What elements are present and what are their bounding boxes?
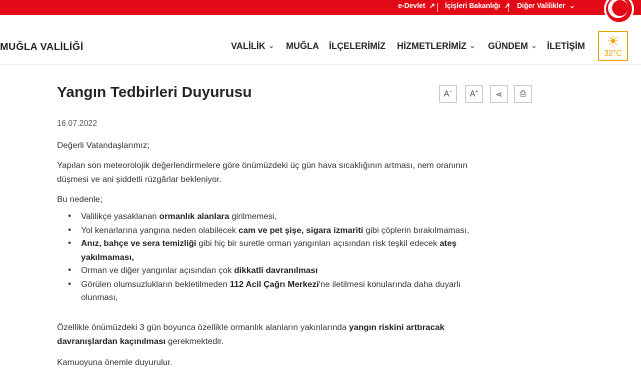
print-icon: ⎙: [519, 89, 527, 98]
greeting: Değerli Vatandaşlarımız;: [57, 140, 150, 150]
nav-label: MUĞLA: [286, 41, 319, 51]
top-link-label: e-Devlet: [398, 2, 426, 10]
nav-item-valilik[interactable]: VALİLİK ⌄: [231, 41, 274, 51]
nav-label: İLETİŞİM: [547, 41, 585, 51]
divider: [508, 3, 509, 12]
list-item: Görülen olumsuzlukların bekletilmeden 11…: [68, 278, 508, 305]
nav-item-gundem[interactable]: GÜNDEM ⌄: [488, 41, 537, 51]
page-title: Yangın Tedbirleri Duyurusu: [57, 84, 252, 101]
list-item: Valilikçe yasaklanan ormanlık alanlara g…: [68, 210, 508, 224]
precaution-list: Valilikçe yasaklanan ormanlık alanlara g…: [68, 210, 508, 305]
top-link-diger-valilikler[interactable]: Diğer Valilikler ⌄: [517, 2, 576, 11]
nav-label: İLÇELERİMİZ: [329, 41, 386, 51]
closing-paragraph: Özellikle önümüzdeki 3 gün boyunca özell…: [57, 322, 445, 346]
final-note: Kamuoyuna önemle duyurulur.: [57, 357, 173, 367]
top-link-icisleri[interactable]: İçişleri Bakanlığı ↗: [445, 2, 510, 11]
top-link-label: Diğer Valilikler: [517, 2, 566, 10]
intro-paragraph: Yapılan son meteorolojik değerlendirmele…: [57, 160, 468, 184]
chevron-down-icon: ⌄: [268, 43, 275, 50]
nav-label: HİZMETLERİMİZ: [397, 41, 467, 51]
nav-label: VALİLİK: [231, 41, 266, 51]
nav-label: GÜNDEM: [488, 41, 528, 51]
nav-item-hizmetlerimiz[interactable]: HİZMETLERİMİZ ⌄: [397, 41, 475, 51]
sun-icon: ☀: [606, 33, 620, 49]
chevron-down-icon: ⌄: [531, 43, 537, 50]
bu-nedenle: Bu nedenle;: [57, 194, 103, 204]
nav-item-iletisim[interactable]: İLETİŞİM: [547, 41, 585, 51]
share-icon: ⋖: [495, 89, 503, 99]
font-increase-button[interactable]: A+: [465, 85, 483, 103]
list-item: Orman ve diğer yangınlar açısından çok d…: [68, 264, 508, 278]
chevron-down-icon: ⌄: [469, 43, 476, 50]
nav-item-mugla[interactable]: MUĞLA: [286, 41, 319, 51]
weather-widget: ☀ 32°C: [598, 31, 628, 61]
publish-date: 16.07.2022: [57, 119, 98, 128]
font-decrease-icon: A−: [443, 89, 453, 99]
list-item: Anız, bahçe ve sera temizliği gibi hiç b…: [68, 237, 508, 264]
top-bar: e-Devlet ↗ İçişleri Bakanlığı ↗ Diğer Va…: [0, 0, 641, 24]
external-link-icon: ↗: [429, 3, 436, 10]
nav-item-ilcelerimiz[interactable]: İLÇELERİMİZ: [329, 41, 386, 51]
temperature: 32°C: [604, 49, 622, 58]
main-header: [0, 15, 641, 65]
font-decrease-button[interactable]: A−: [439, 85, 457, 103]
top-link-edevlet[interactable]: e-Devlet ↗: [398, 2, 436, 11]
top-link-label: İçişleri Bakanlığı: [445, 2, 501, 10]
print-button[interactable]: ⎙: [514, 85, 532, 103]
divider: [437, 3, 438, 12]
share-button[interactable]: ⋖: [490, 85, 508, 103]
font-increase-icon: A+: [469, 89, 479, 99]
site-logo[interactable]: MUĞLA VALİLİĞİ: [0, 42, 83, 53]
chevron-down-icon: ⌄: [569, 3, 576, 10]
list-item: Yol kenarlarına yangına neden olabilecek…: [68, 224, 508, 238]
